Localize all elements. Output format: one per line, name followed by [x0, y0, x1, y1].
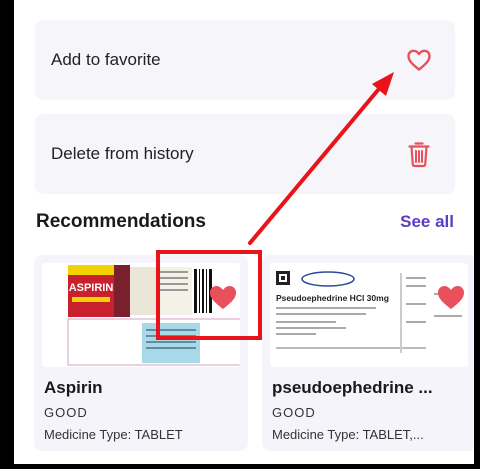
aspirin-product-image: ASPIRIN — [42, 263, 240, 367]
delete-from-history-row[interactable]: Delete from history — [35, 114, 455, 194]
pseudoephedrine-label-text: Pseudoephedrine HCl 30mg — [276, 293, 389, 303]
heart-filled-icon[interactable] — [436, 283, 466, 311]
recommendation-grade: GOOD — [44, 405, 88, 420]
add-to-favorite-row[interactable]: Add to favorite — [35, 20, 455, 100]
aspirin-label-text: ASPIRIN — [69, 282, 114, 294]
recommendation-card-pseudoephedrine[interactable]: Pseudoephedrine HCl 30mg pseudoephedrine… — [262, 255, 474, 451]
add-to-favorite-label: Add to favorite — [51, 50, 161, 69]
trash-icon[interactable] — [405, 140, 433, 168]
recommendation-medicine-type: Medicine Type: TABLET — [44, 427, 183, 442]
recommendation-name: Aspirin — [44, 378, 103, 397]
recommendations-title: Recommendations — [36, 211, 206, 232]
heart-outline-icon[interactable] — [405, 46, 433, 74]
heart-filled-icon[interactable] — [208, 283, 238, 311]
recommendation-medicine-type: Medicine Type: TABLET,... — [272, 427, 424, 442]
pseudoephedrine-product-image: Pseudoephedrine HCl 30mg — [270, 263, 468, 367]
delete-from-history-label: Delete from history — [51, 144, 194, 163]
recommendation-card-aspirin[interactable]: ASPIRIN Aspirin GOOD Medicine Type: TABL… — [34, 255, 248, 451]
recommendation-name: pseudoephedrine ... — [272, 378, 433, 397]
history-detail-screen: Add to favorite Delete from history Reco… — [14, 0, 474, 464]
recommendation-grade: GOOD — [272, 405, 316, 420]
recommendations-header: Recommendations See all — [36, 211, 454, 233]
see-all-link[interactable]: See all — [400, 212, 454, 232]
